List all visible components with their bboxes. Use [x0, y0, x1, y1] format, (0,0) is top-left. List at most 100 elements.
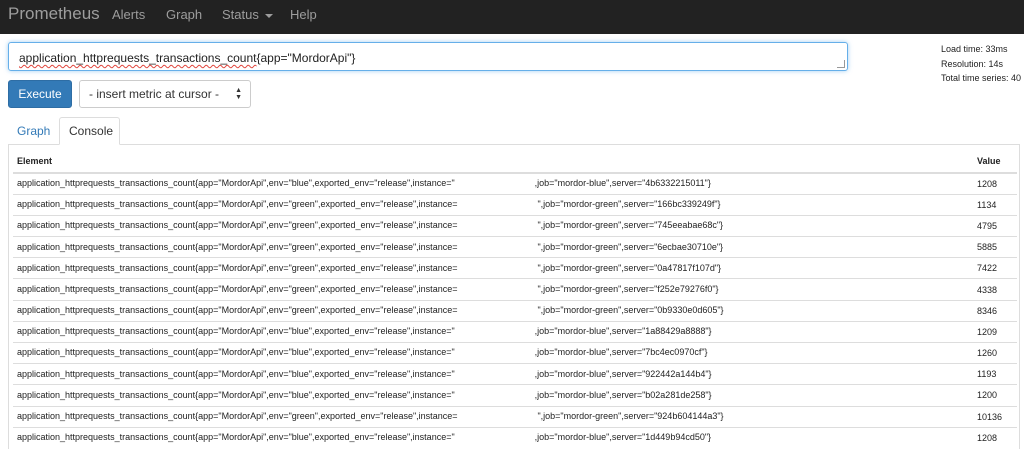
element-cell: application_httprequests_transactions_co… — [13, 426, 973, 449]
redacted-instance — [457, 198, 537, 212]
insert-metric-select[interactable]: - insert metric at cursor - ▲ ▼ — [79, 80, 251, 108]
expression-input[interactable]: application_httprequests_transactions_co… — [8, 42, 848, 71]
table-row: application_httprequests_transactions_co… — [13, 363, 1017, 385]
value-cell: 1208 — [973, 426, 1017, 449]
nav-alerts[interactable]: Alerts — [112, 7, 145, 22]
table-header-row: Element Value — [13, 149, 1017, 174]
value-cell: 7422 — [973, 257, 1017, 279]
tab-graph[interactable]: Graph — [8, 118, 58, 144]
element-label-suffix: ",job="mordor-green",server="924b604144a… — [537, 411, 724, 422]
table-row: application_httprequests_transactions_co… — [13, 257, 1017, 279]
table-row: application_httprequests_transactions_co… — [13, 278, 1017, 301]
header-element: Element — [13, 149, 973, 174]
results-panel: Element Value application_httprequests_t… — [8, 144, 1020, 449]
element-label-suffix: ,job="mordor-blue",server="1d449b94cd50"… — [534, 432, 712, 443]
element-cell: application_httprequests_transactions_co… — [13, 172, 973, 195]
value-cell: 10136 — [973, 405, 1017, 428]
element-cell: application_httprequests_transactions_co… — [13, 320, 973, 343]
resolution: Resolution: 14s — [941, 58, 1004, 69]
query-stats: Load time: 33ms Resolution: 14s Total ti… — [941, 42, 1021, 86]
redacted-instance — [455, 367, 535, 381]
nav-status-label: Status — [222, 7, 259, 22]
element-label-suffix: ",job="mordor-green",server="0a47817f107… — [537, 262, 722, 273]
element-label-suffix: ,job="mordor-blue",server="7bc4ec0970cf"… — [534, 347, 708, 358]
element-label-prefix: application_httprequests_transactions_co… — [17, 220, 458, 231]
nav-graph[interactable]: Graph — [166, 7, 202, 22]
element-cell: application_httprequests_transactions_co… — [13, 384, 973, 407]
element-cell: application_httprequests_transactions_co… — [13, 236, 973, 258]
nav-status[interactable]: Status — [222, 7, 273, 22]
load-time: Load time: 33ms — [941, 44, 1008, 54]
table-row: application_httprequests_transactions_co… — [13, 193, 1017, 216]
table-row: application_httprequests_transactions_co… — [13, 341, 1017, 364]
element-label-prefix: application_httprequests_transactions_co… — [17, 432, 455, 443]
value-cell: 1208 — [973, 172, 1017, 195]
element-label-prefix: application_httprequests_transactions_co… — [17, 283, 458, 294]
element-cell: application_httprequests_transactions_co… — [13, 341, 973, 364]
element-label-prefix: application_httprequests_transactions_co… — [17, 368, 455, 379]
brand-link[interactable]: Prometheus — [8, 4, 100, 24]
execute-button[interactable]: Execute — [8, 80, 72, 108]
redacted-instance — [457, 261, 537, 275]
value-cell: 1209 — [973, 320, 1017, 343]
element-label-prefix: application_httprequests_transactions_co… — [17, 305, 458, 316]
table-row: application_httprequests_transactions_co… — [13, 236, 1017, 258]
resize-handle-icon[interactable] — [837, 60, 845, 68]
element-cell: application_httprequests_transactions_co… — [13, 299, 973, 322]
redacted-instance — [457, 240, 537, 254]
redacted-instance — [457, 283, 537, 297]
element-label-prefix: application_httprequests_transactions_co… — [17, 241, 458, 252]
element-label-suffix: ,job="mordor-blue",server="4b6332215011"… — [534, 178, 711, 189]
redacted-instance — [457, 410, 537, 424]
table-row: application_httprequests_transactions_co… — [13, 320, 1017, 343]
element-label-suffix: ",job="mordor-green",server="0b9330e0d60… — [537, 305, 724, 316]
value-cell: 1193 — [973, 363, 1017, 385]
table-row: application_httprequests_transactions_co… — [13, 405, 1017, 428]
value-cell: 1134 — [973, 193, 1017, 216]
redacted-instance — [457, 304, 537, 318]
value-cell: 8346 — [973, 299, 1017, 322]
element-cell: application_httprequests_transactions_co… — [13, 193, 973, 216]
redacted-instance — [455, 346, 535, 360]
element-label-prefix: application_httprequests_transactions_co… — [17, 262, 458, 273]
value-cell: 5885 — [973, 236, 1017, 258]
element-cell: application_httprequests_transactions_co… — [13, 405, 973, 428]
element-cell: application_httprequests_transactions_co… — [13, 278, 973, 301]
element-cell: application_httprequests_transactions_co… — [13, 257, 973, 279]
element-label-prefix: application_httprequests_transactions_co… — [17, 411, 458, 422]
redacted-instance — [455, 388, 535, 402]
tab-console[interactable]: Console — [59, 117, 120, 145]
value-cell: 1260 — [973, 341, 1017, 364]
query-metric: application_httprequests_transactions_co… — [19, 51, 257, 65]
value-cell: 4338 — [973, 278, 1017, 301]
table-row: application_httprequests_transactions_co… — [13, 299, 1017, 322]
select-arrows-icon: ▲ ▼ — [235, 87, 242, 101]
element-label-suffix: ",job="mordor-green",server="166bc339249… — [537, 199, 721, 210]
query-labels: {app="MordorApi"} — [256, 51, 356, 65]
element-cell: application_httprequests_transactions_co… — [13, 214, 973, 237]
element-label-prefix: application_httprequests_transactions_co… — [17, 347, 455, 358]
table-row: application_httprequests_transactions_co… — [13, 426, 1017, 449]
table-row: application_httprequests_transactions_co… — [13, 214, 1017, 237]
element-label-suffix: ,job="mordor-blue",server="b02a281de258"… — [534, 389, 712, 400]
header-value: Value — [973, 149, 1017, 174]
element-cell: application_httprequests_transactions_co… — [13, 363, 973, 385]
results-table: Element Value application_httprequests_t… — [13, 149, 1017, 449]
element-label-prefix: application_httprequests_transactions_co… — [17, 389, 455, 400]
element-label-suffix: ",job="mordor-green",server="f252e79276f… — [537, 283, 719, 294]
insert-metric-select-value: - insert metric at cursor - — [89, 87, 220, 101]
redacted-instance — [455, 431, 535, 445]
chevron-down-icon — [264, 13, 273, 18]
value-cell: 4795 — [973, 214, 1017, 237]
table-row: application_httprequests_transactions_co… — [13, 384, 1017, 407]
element-label-prefix: application_httprequests_transactions_co… — [17, 326, 455, 337]
value-cell: 1200 — [973, 384, 1017, 407]
element-label-suffix: ",job="mordor-green",server="745eeabae68… — [537, 220, 724, 231]
redacted-instance — [455, 325, 535, 339]
table-row: application_httprequests_transactions_co… — [13, 172, 1017, 195]
element-label-suffix: ,job="mordor-blue",server="1a88429a8888"… — [534, 326, 712, 337]
redacted-instance — [457, 219, 537, 233]
element-label-prefix: application_httprequests_transactions_co… — [17, 199, 458, 210]
nav-help[interactable]: Help — [290, 7, 317, 22]
total-time-series: Total time series: 40 — [941, 73, 1022, 83]
